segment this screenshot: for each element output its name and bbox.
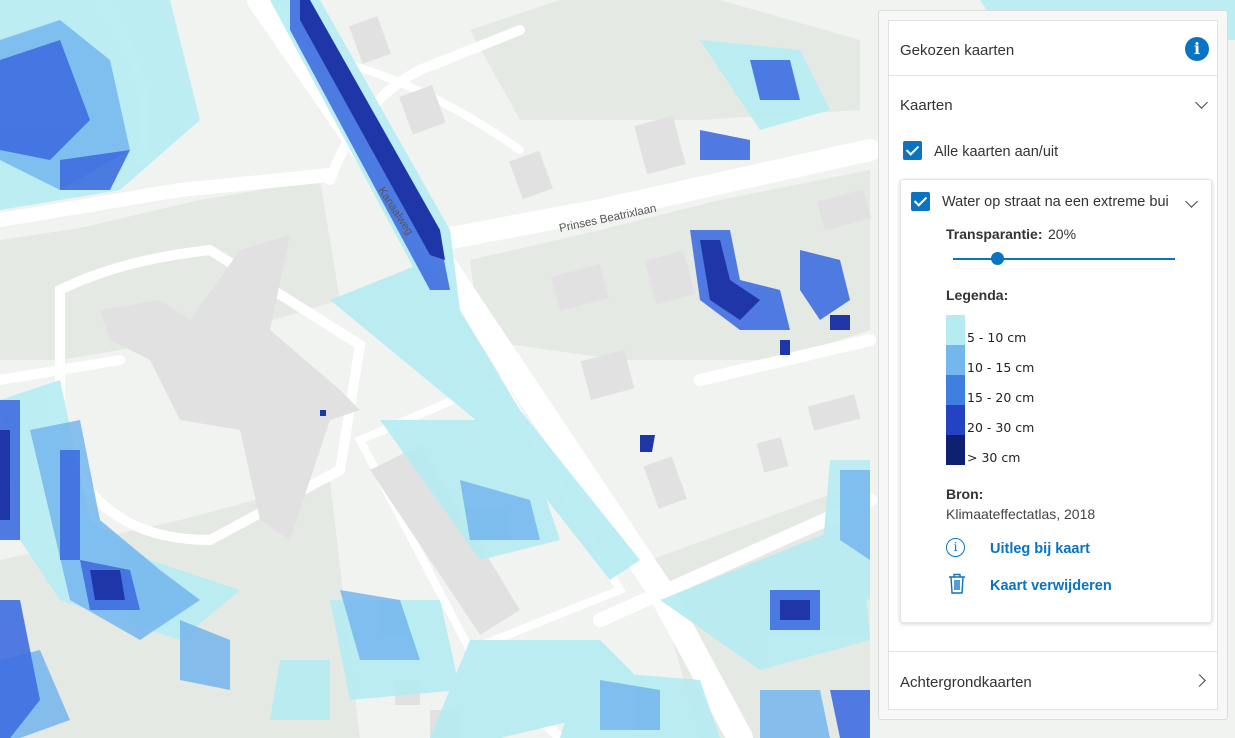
layer-name: Water op straat na een extreme bui bbox=[942, 194, 1169, 210]
legend-label: 5 - 10 cm bbox=[967, 330, 1027, 345]
legend-swatch bbox=[946, 345, 965, 375]
layer-card: Water op straat na een extreme bui Trans… bbox=[900, 179, 1212, 623]
trash-icon[interactable] bbox=[948, 573, 966, 594]
chevron-down-icon[interactable] bbox=[1195, 96, 1208, 109]
legend-label: 10 - 15 cm bbox=[967, 360, 1035, 375]
layer-chevron-down-icon[interactable] bbox=[1185, 195, 1198, 208]
source-value: Klimaateffectatlas, 2018 bbox=[946, 506, 1096, 522]
panel-header: Gekozen kaarten i bbox=[889, 21, 1217, 76]
legend-label: 20 - 30 cm bbox=[967, 420, 1035, 435]
legend-title: Legenda: bbox=[946, 287, 1009, 303]
chevron-right-icon[interactable] bbox=[1193, 674, 1206, 687]
legend-swatch bbox=[946, 435, 965, 465]
transparency-value: 20% bbox=[1048, 226, 1077, 242]
toggle-all-checkbox[interactable] bbox=[903, 141, 922, 160]
legend-swatch bbox=[946, 405, 965, 435]
background-maps-row[interactable]: Achtergrondkaarten bbox=[889, 651, 1217, 710]
transparency-slider-track[interactable] bbox=[953, 258, 1175, 260]
transparency-slider-thumb[interactable] bbox=[991, 252, 1005, 265]
layers-panel: Gekozen kaarten i Kaarten Alle kaarten a… bbox=[888, 20, 1218, 710]
source-title: Bron: bbox=[946, 486, 984, 502]
layer-checkbox[interactable] bbox=[911, 192, 930, 211]
explain-link[interactable]: Uitleg bij kaart bbox=[990, 541, 1090, 557]
background-maps-label: Achtergrondkaarten bbox=[900, 674, 1032, 691]
panel-title: Gekozen kaarten bbox=[900, 42, 1015, 59]
legend-swatch bbox=[946, 375, 965, 405]
legend-label: 15 - 20 cm bbox=[967, 390, 1035, 405]
info-circle-icon[interactable]: i bbox=[946, 538, 965, 557]
legend-swatch bbox=[946, 315, 965, 345]
toggle-all-label: Alle kaarten aan/uit bbox=[934, 144, 1059, 160]
kaarten-section-title[interactable]: Kaarten bbox=[900, 97, 953, 114]
legend-label: > 30 cm bbox=[967, 450, 1021, 465]
transparency-label: Transparantie: bbox=[946, 226, 1043, 242]
remove-map-link[interactable]: Kaart verwijderen bbox=[990, 578, 1112, 594]
info-icon[interactable]: i bbox=[1185, 37, 1209, 61]
